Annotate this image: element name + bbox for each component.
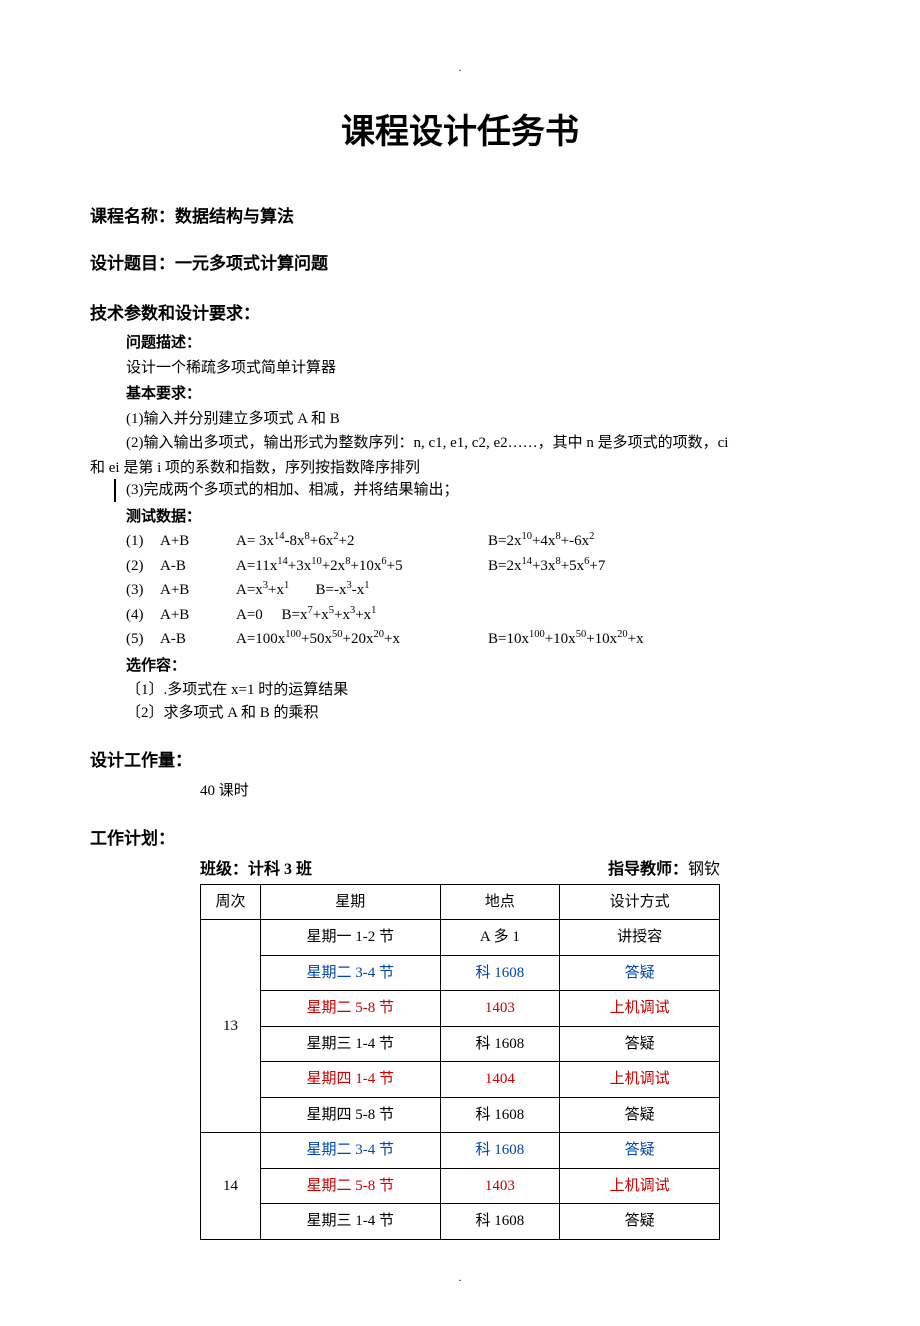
schedule-table: 周次 星期 地点 设计方式 13星期一 1-2 节A 多 1讲授容星期二 3-4… <box>200 884 720 1240</box>
test-eq-a: A=11x14+3x10+2x8+10x6+5 <box>236 555 488 578</box>
cell-week: 13 <box>201 920 261 1133</box>
course-line: 课程名称：数据结构与算法 <box>90 204 830 230</box>
cell-mode: 上机调试 <box>560 991 720 1027</box>
cell-day: 星期二 5-8 节 <box>260 1168 440 1204</box>
cell-day: 星期三 1-4 节 <box>260 1204 440 1240</box>
test-idx: (5) <box>126 628 160 651</box>
requirements-list: (1)输入并分别建立多项式 A 和 B (2)输入输出多项式，输出形式为整数序列… <box>126 408 830 455</box>
opt-list: 〔1〕.多项式在 x=1 时的运算结果 〔2〕求多项式 A 和 B 的乘积 <box>126 679 830 724</box>
page-title: 课程设计任务书 <box>90 107 830 158</box>
cell-day: 星期三 1-4 节 <box>260 1026 440 1062</box>
table-row: 星期四 5-8 节科 1608答疑 <box>201 1097 720 1133</box>
req2b: 和 ei 是第 i 项的系数和指数，序列按指数降序排列 <box>90 457 830 480</box>
teacher-value: 钢钦 <box>688 861 720 878</box>
cell-loc: 科 1608 <box>440 1026 560 1062</box>
cell-mode: 上机调试 <box>560 1062 720 1098</box>
cell-day: 星期四 1-4 节 <box>260 1062 440 1098</box>
col-day: 星期 <box>260 884 440 920</box>
test-eq-a: A=0 B=x7+x5+x3+x1 <box>236 604 488 627</box>
problem-label: 问题描述： <box>126 332 830 355</box>
test-eq-a: A=x3+x1 B=-x3-x1 <box>236 579 488 602</box>
cell-mode: 答疑 <box>560 1026 720 1062</box>
cell-loc: 科 1608 <box>440 1133 560 1169</box>
table-row: 星期二 3-4 节科 1608答疑 <box>201 955 720 991</box>
cell-day: 星期一 1-2 节 <box>260 920 440 956</box>
cell-loc: 1403 <box>440 991 560 1027</box>
req2a: (2)输入输出多项式，输出形式为整数序列：n, c1, e1, c2, e2……… <box>126 432 830 455</box>
test-eq-a: A=100x100+50x50+20x20+x <box>236 628 488 651</box>
test-row: (4)A+BA=0 B=x7+x5+x3+x1 <box>126 604 830 627</box>
cell-loc: 1403 <box>440 1168 560 1204</box>
plan-heading: 工作计划： <box>90 826 830 852</box>
topic-line: 设计题目：一元多项式计算问题 <box>90 251 830 277</box>
cell-mode: 答疑 <box>560 1133 720 1169</box>
cell-day: 星期二 3-4 节 <box>260 955 440 991</box>
test-idx: (2) <box>126 555 160 578</box>
table-row: 13星期一 1-2 节A 多 1讲授容 <box>201 920 720 956</box>
test-eq-b: B=2x14+3x8+5x6+7 <box>488 555 830 578</box>
test-row: (5)A-BA=100x100+50x50+20x20+xB=10x100+10… <box>126 628 830 651</box>
class-value: 计科 3 班 <box>248 861 312 878</box>
table-row: 星期四 1-4 节1404上机调试 <box>201 1062 720 1098</box>
col-mode: 设计方式 <box>560 884 720 920</box>
revision-mark: (3)完成两个多项式的相加、相减，并将结果输出； <box>114 479 830 502</box>
page-bottom-dot: . <box>90 1270 830 1287</box>
class-label: 班级： <box>200 861 248 878</box>
cell-day: 星期二 3-4 节 <box>260 1133 440 1169</box>
test-idx: (1) <box>126 530 160 553</box>
cell-loc: 科 1608 <box>440 1204 560 1240</box>
test-op: A-B <box>160 555 236 578</box>
cell-mode: 答疑 <box>560 1204 720 1240</box>
test-op: A+B <box>160 604 236 627</box>
opt1: 〔1〕.多项式在 x=1 时的运算结果 <box>126 679 830 702</box>
table-row: 14星期二 3-4 节科 1608答疑 <box>201 1133 720 1169</box>
work-hours: 40 课时 <box>200 780 830 803</box>
test-op: A+B <box>160 579 236 602</box>
test-row: (1)A+BA= 3x14-8x8+6x2+2B=2x10+4x8+-6x2 <box>126 530 830 553</box>
col-week: 周次 <box>201 884 261 920</box>
test-eq-a: A= 3x14-8x8+6x2+2 <box>236 530 488 553</box>
problem-text: 设计一个稀疏多项式简单计算器 <box>126 357 830 380</box>
req3: (3)完成两个多项式的相加、相减，并将结果输出； <box>126 479 830 502</box>
topic-label: 设计题目： <box>90 254 175 273</box>
cell-loc: 科 1608 <box>440 955 560 991</box>
tech-heading: 技术参数和设计要求： <box>90 301 830 327</box>
col-loc: 地点 <box>440 884 560 920</box>
req1: (1)输入并分别建立多项式 A 和 B <box>126 408 830 431</box>
topic-value: 一元多项式计算问题 <box>175 254 328 273</box>
cell-mode: 答疑 <box>560 955 720 991</box>
table-row: 星期二 5-8 节1403上机调试 <box>201 1168 720 1204</box>
cell-mode: 讲授容 <box>560 920 720 956</box>
test-op: A-B <box>160 628 236 651</box>
opt2: 〔2〕求多项式 A 和 B 的乘积 <box>126 702 830 725</box>
test-eq-b: B=10x100+10x50+10x20+x <box>488 628 830 651</box>
test-row: (2)A-BA=11x14+3x10+2x8+10x6+5B=2x14+3x8+… <box>126 555 830 578</box>
test-row: (3)A+BA=x3+x1 B=-x3-x1 <box>126 579 830 602</box>
cell-loc: A 多 1 <box>440 920 560 956</box>
cell-mode: 上机调试 <box>560 1168 720 1204</box>
course-value: 数据结构与算法 <box>175 207 294 226</box>
test-label: 测试数据： <box>126 506 830 529</box>
page-top-dot: . <box>90 60 830 77</box>
cell-day: 星期四 5-8 节 <box>260 1097 440 1133</box>
cell-week: 14 <box>201 1133 261 1240</box>
table-row: 星期二 5-8 节1403上机调试 <box>201 991 720 1027</box>
course-label: 课程名称： <box>90 207 175 226</box>
opt-label: 选作容： <box>126 655 830 678</box>
work-heading: 设计工作量： <box>90 748 830 774</box>
table-row: 星期三 1-4 节科 1608答疑 <box>201 1026 720 1062</box>
test-eq-b: B=2x10+4x8+-6x2 <box>488 530 830 553</box>
cell-loc: 科 1608 <box>440 1097 560 1133</box>
teacher-label: 指导教师： <box>608 861 688 878</box>
test-op: A+B <box>160 530 236 553</box>
cell-day: 星期二 5-8 节 <box>260 991 440 1027</box>
test-idx: (4) <box>126 604 160 627</box>
table-row: 星期三 1-4 节科 1608答疑 <box>201 1204 720 1240</box>
basic-label: 基本要求： <box>126 383 830 406</box>
cell-mode: 答疑 <box>560 1097 720 1133</box>
test-idx: (3) <box>126 579 160 602</box>
cell-loc: 1404 <box>440 1062 560 1098</box>
table-header-line: 班级：计科 3 班 指导教师：钢钦 <box>200 858 720 882</box>
